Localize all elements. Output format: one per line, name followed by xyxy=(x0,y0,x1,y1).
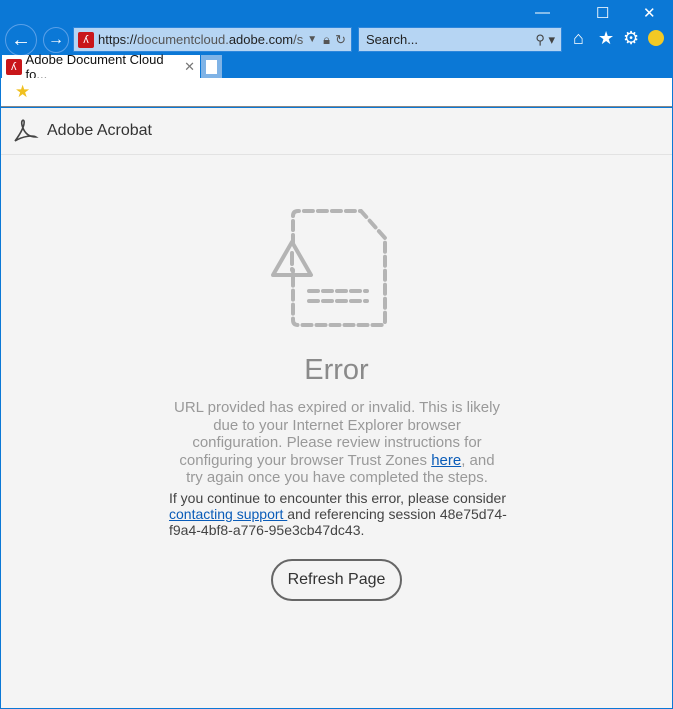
trust-zones-here-link[interactable]: here xyxy=(431,452,461,469)
error-message: URL provided has expired or invalid. Thi… xyxy=(174,399,500,486)
gear-icon[interactable]: ⚙ xyxy=(623,28,639,49)
favorites-star-icon[interactable]: ★ xyxy=(598,28,614,49)
new-page-icon xyxy=(206,59,217,74)
app-header: Adobe Acrobat xyxy=(1,108,672,155)
app-name: Adobe Acrobat xyxy=(47,122,152,139)
close-window-button[interactable]: ✕ xyxy=(643,4,656,22)
home-icon[interactable]: ⌂ xyxy=(573,28,584,49)
smiley-feedback-icon[interactable] xyxy=(648,30,664,46)
tab-title: Adobe Document Cloud fo... xyxy=(25,51,164,82)
document-error-icon xyxy=(271,209,387,327)
minimize-button[interactable]: — xyxy=(535,4,550,21)
close-tab-icon[interactable]: ✕ xyxy=(184,59,195,75)
acrobat-logo-icon xyxy=(14,119,39,142)
search-input[interactable]: Search... ⚲ ▾ xyxy=(358,27,562,52)
support-message: If you continue to encounter this error,… xyxy=(169,490,507,538)
new-tab-button[interactable] xyxy=(201,55,222,78)
maximize-button[interactable]: ☐ xyxy=(596,4,609,22)
refresh-page-button[interactable]: Refresh Page xyxy=(271,559,402,601)
arrow-left-icon: ← xyxy=(11,28,31,51)
arrow-right-icon: → xyxy=(48,31,64,48)
address-bar[interactable]: ʎ https://documentcloud.adobe.com/s ▼ 🔒︎… xyxy=(73,27,352,52)
favorites-bar: ★ xyxy=(1,78,672,107)
error-title: Error xyxy=(304,354,369,386)
page-content: Adobe Acrobat Error URL provided has exp… xyxy=(1,108,672,708)
search-placeholder: Search... xyxy=(366,32,419,47)
url-text: https://documentcloud.adobe.com/s xyxy=(98,32,304,47)
refresh-icon[interactable]: ↻ xyxy=(335,32,346,48)
contacting-support-link[interactable]: contacting support xyxy=(169,506,287,522)
add-favorite-star-icon[interactable]: ★ xyxy=(15,82,30,102)
pdf-favicon-icon: ʎ xyxy=(78,31,94,48)
pdf-favicon-icon: ʎ xyxy=(6,58,22,75)
dropdown-icon[interactable]: ▼ xyxy=(307,34,317,45)
tab-adobe-document-cloud[interactable]: ʎ Adobe Document Cloud fo... ✕ xyxy=(2,52,200,82)
forward-button[interactable]: → xyxy=(43,27,69,53)
lock-icon[interactable]: 🔒︎ xyxy=(323,32,330,48)
search-icon[interactable]: ⚲ ▾ xyxy=(535,32,555,48)
